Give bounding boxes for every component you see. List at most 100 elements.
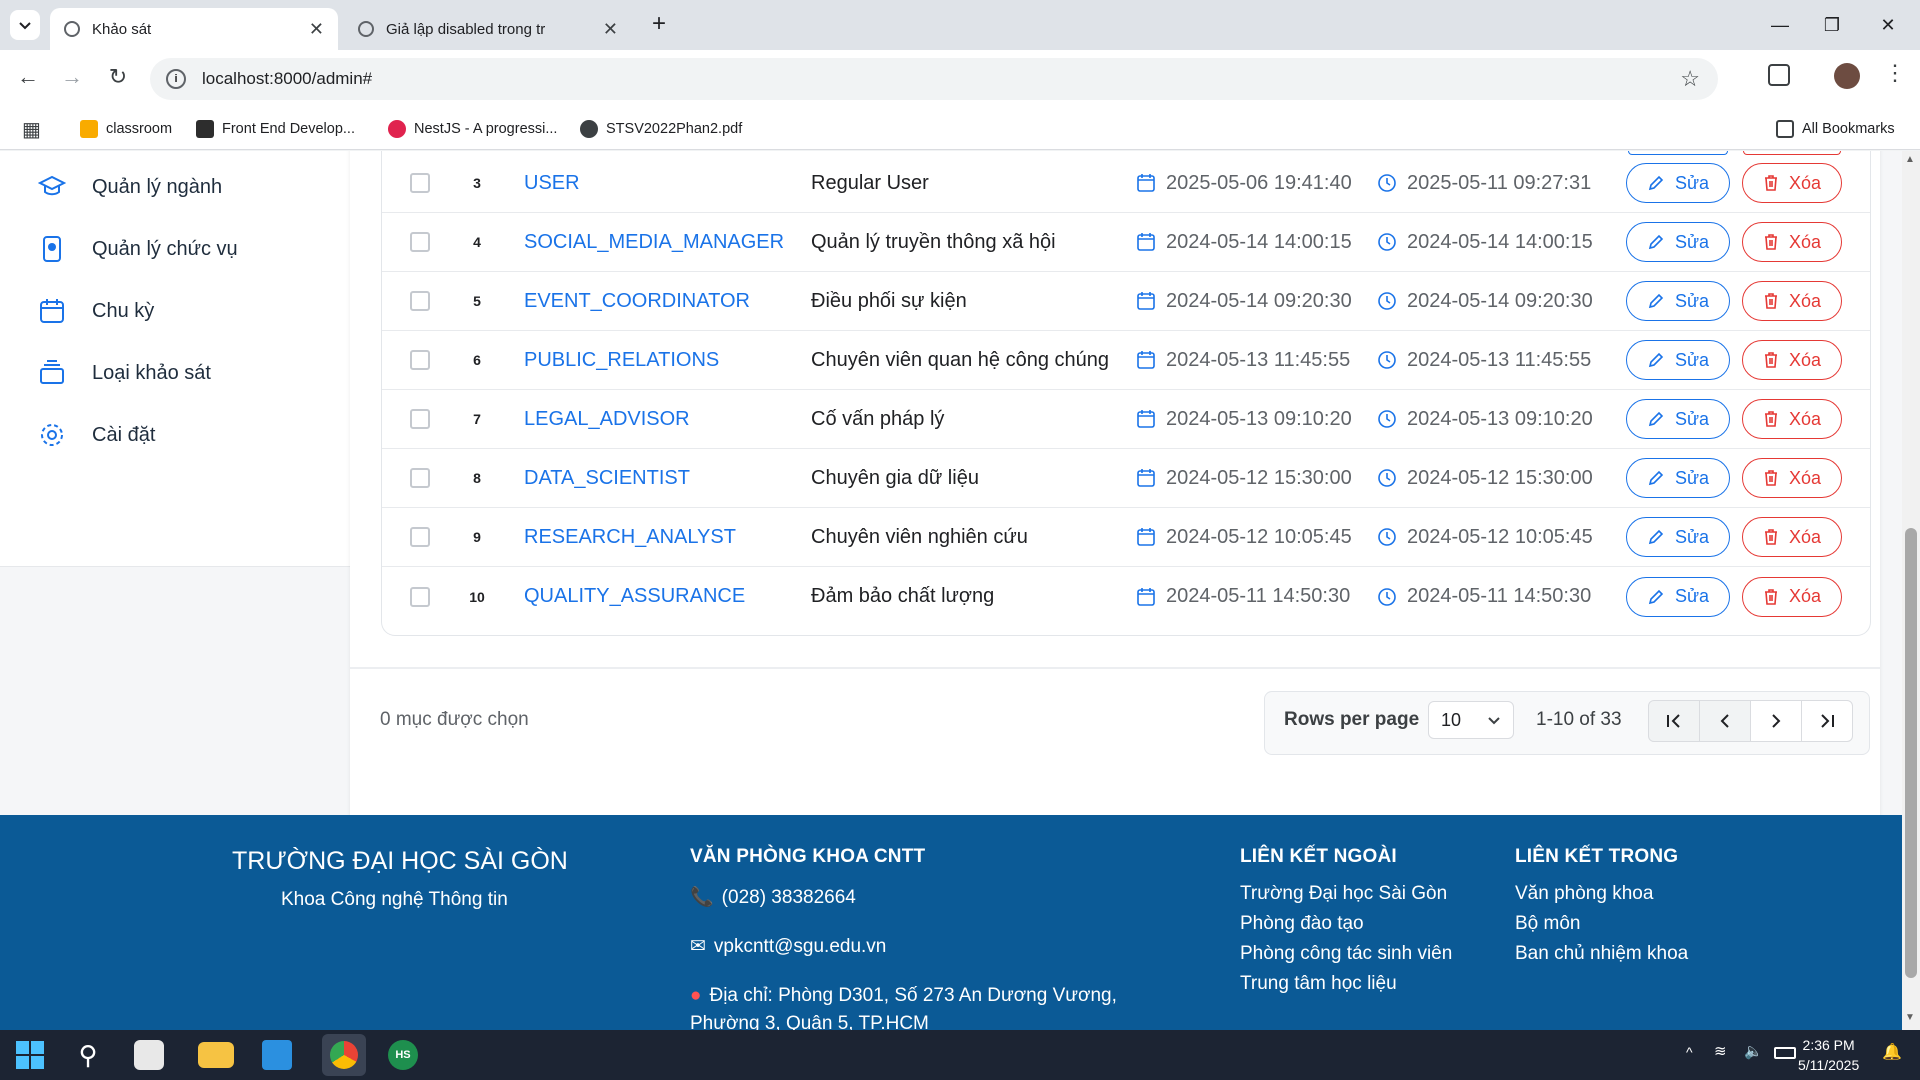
edit-button[interactable]: Sửa [1626,281,1730,321]
row-checkbox[interactable] [410,409,430,429]
clock-icon [1378,174,1396,192]
edit-button[interactable]: Sửa [1626,576,1730,617]
all-bookmarks[interactable]: All Bookmarks [1776,116,1895,142]
row-checkbox[interactable] [410,586,430,607]
footer-link[interactable]: Trường Đại học Sài Gòn [1240,883,1447,905]
prev-page-button[interactable] [1699,700,1751,742]
role-code-link[interactable]: RESEARCH_ANALYST [524,526,736,549]
tab-gia-lap[interactable]: Giả lập disabled trong tr ✕ [344,8,632,50]
row-checkbox[interactable] [410,468,430,488]
clock-icon [1378,469,1396,487]
sidebar-item-chuc-vu[interactable]: Quản lý chức vụ [38,235,238,263]
tray-chevron-up-icon[interactable]: ^ [1686,1044,1693,1060]
role-name: Quản lý truyền thông xã hội [811,230,1056,253]
role-code-link[interactable]: DATA_SCIENTIST [524,467,690,490]
row-checkbox[interactable] [410,291,430,311]
footer-link[interactable]: Bộ môn [1515,913,1580,935]
footer-link[interactable]: Văn phòng khoa [1515,883,1653,905]
sidebar-item-nganh[interactable]: Quản lý ngành [38,173,222,201]
delete-button[interactable]: Xóa [1742,517,1842,557]
delete-button[interactable]: Xóa [1742,576,1842,617]
graduation-cap-icon [38,175,66,196]
avatar[interactable] [1834,63,1860,89]
notification-bell-icon[interactable]: 🔔 [1882,1042,1902,1062]
window-close-icon[interactable]: ✕ [1868,10,1908,40]
chrome-icon[interactable] [322,1034,366,1076]
delete-button[interactable]: Xóa [1742,340,1842,380]
file-explorer-icon[interactable] [198,1042,234,1068]
battery-icon[interactable] [1774,1047,1796,1059]
edit-button[interactable]: Sửa [1626,399,1730,439]
role-code-link[interactable]: EVENT_COORDINATOR [524,290,750,313]
new-tab-button[interactable]: + [652,10,666,38]
role-code-link[interactable]: USER [524,172,580,195]
footer-link[interactable]: Ban chủ nhiệm khoa [1515,943,1688,965]
footer-link[interactable]: Phòng công tác sinh viên [1240,943,1452,965]
sidebar-item-cai-dat[interactable]: Cài đặt [38,421,155,449]
edit-button[interactable]: Sửa [1626,458,1730,498]
updated-at: 2025-05-11 09:27:31 [1377,172,1591,195]
role-code-link[interactable]: LEGAL_ADVISOR [524,408,690,431]
bookmark-nestjs[interactable]: NestJS - A progressi... [388,116,557,142]
scroll-up-icon[interactable]: ▲ [1905,154,1915,165]
last-page-button[interactable] [1801,700,1853,742]
delete-button[interactable]: Xóa [1742,222,1842,262]
calendar-icon [1137,528,1155,546]
restore-icon[interactable]: ❐ [1812,10,1852,40]
role-code-link[interactable]: SOCIAL_MEDIA_MANAGER [524,231,784,254]
scroll-down-icon[interactable]: ▼ [1905,1012,1915,1023]
volume-muted-icon[interactable]: 🔈 [1744,1042,1763,1060]
first-page-button[interactable] [1648,700,1700,742]
next-page-button[interactable] [1750,700,1802,742]
vscode-icon[interactable] [262,1040,292,1070]
edit-button[interactable]: Sửa [1626,222,1730,262]
close-icon[interactable]: ✕ [603,19,618,40]
taskbar-clock[interactable]: 2:36 PM 5/11/2025 [1798,1035,1859,1075]
delete-button[interactable]: Xóa [1742,458,1842,498]
sidebar-item-loai-khao-sat[interactable]: Loại khảo sát [38,359,211,387]
row-checkbox[interactable] [410,232,430,252]
back-arrow-icon[interactable]: ← [12,64,44,90]
footer-link[interactable]: Phòng đào tạo [1240,913,1364,935]
bookmark-classroom[interactable]: classroom [80,116,172,142]
edit-button[interactable]: Sửa [1626,340,1730,380]
wifi-icon[interactable]: ≋ [1714,1042,1727,1060]
extensions-icon[interactable] [1768,64,1790,86]
role-code-link[interactable]: QUALITY_ASSURANCE [524,585,745,608]
minimize-icon[interactable]: — [1760,10,1800,40]
row-checkbox[interactable] [410,350,430,370]
bookmark-frontend[interactable]: Front End Develop... [196,116,355,142]
app-hs-icon[interactable]: HS [388,1040,418,1070]
role-code-link[interactable]: PUBLIC_RELATIONS [524,349,719,372]
reload-icon[interactable]: ↻ [102,64,134,90]
table-row: 9 RESEARCH_ANALYST Chuyên viên nghiên cứu 2… [382,508,1870,567]
apps-grid-icon[interactable]: ▦ [22,117,41,142]
close-icon[interactable]: ✕ [309,19,324,40]
row-checkbox[interactable] [410,173,430,193]
rows-per-page-select[interactable]: 10 [1428,701,1514,739]
pin-icon: ● [690,985,702,1006]
edit-button[interactable]: Sửa [1626,163,1730,203]
star-icon[interactable]: ☆ [1680,66,1700,92]
delete-button[interactable]: Xóa [1742,281,1842,321]
site-info-icon[interactable]: i [166,69,186,89]
calendar-icon [1137,233,1155,251]
forward-arrow-icon[interactable]: → [56,64,88,90]
delete-button[interactable]: Xóa [1742,399,1842,439]
windows-start-icon[interactable] [12,1037,48,1073]
address-bar[interactable]: i localhost:8000/admin# ☆ [150,58,1718,100]
store-icon[interactable] [134,1040,164,1070]
search-icon[interactable]: ⚲ [70,1037,106,1073]
footer-link[interactable]: Trung tâm học liệu [1240,973,1397,995]
openai-icon [358,21,374,37]
clock-icon [1378,587,1396,606]
sidebar-item-chu-ky[interactable]: Chu kỳ [38,297,154,325]
row-checkbox[interactable] [410,527,430,547]
tab-search-button[interactable] [10,10,40,40]
tab-khao-sat[interactable]: Khảo sát ✕ [50,8,338,50]
menu-dots-icon[interactable]: ⋮ [1884,60,1906,86]
edit-button[interactable]: Sửa [1626,517,1730,557]
bookmark-stsv-pdf[interactable]: STSV2022Phan2.pdf [580,116,742,142]
scrollbar-thumb[interactable] [1905,528,1917,978]
delete-button[interactable]: Xóa [1742,163,1842,203]
